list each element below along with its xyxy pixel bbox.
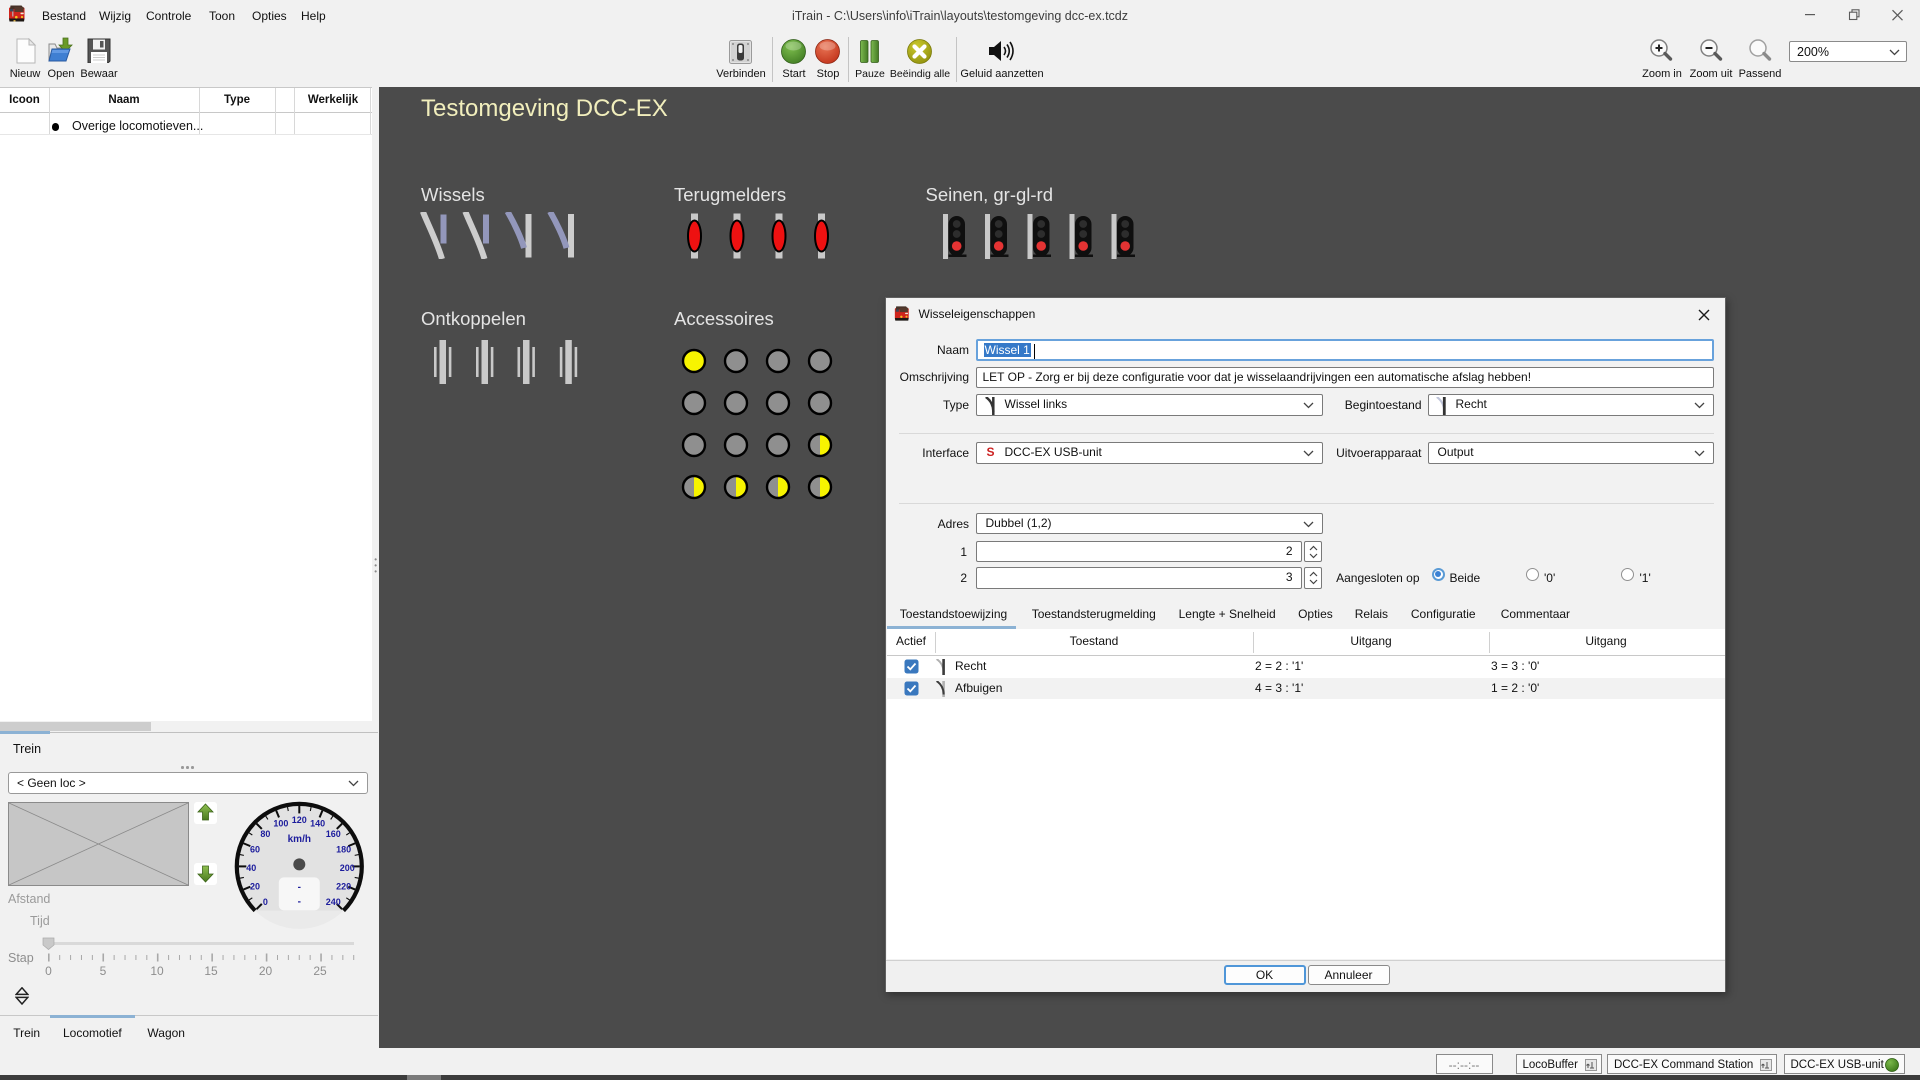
svg-text:220: 220 [336, 881, 351, 891]
svg-text:20: 20 [250, 881, 260, 891]
svg-text:120: 120 [292, 815, 307, 825]
svg-text:-: - [298, 882, 301, 893]
svg-text:160: 160 [326, 829, 341, 839]
svg-text:60: 60 [250, 845, 260, 855]
svg-text:-: - [298, 896, 301, 907]
svg-text:180: 180 [336, 845, 351, 855]
svg-text:200: 200 [340, 863, 355, 873]
svg-text:240: 240 [326, 897, 341, 907]
svg-text:100: 100 [273, 819, 288, 829]
svg-text:km/h: km/h [288, 834, 311, 845]
svg-text:140: 140 [310, 819, 325, 829]
svg-text:80: 80 [260, 829, 270, 839]
svg-text:0: 0 [263, 897, 268, 907]
svg-text:40: 40 [246, 863, 256, 873]
